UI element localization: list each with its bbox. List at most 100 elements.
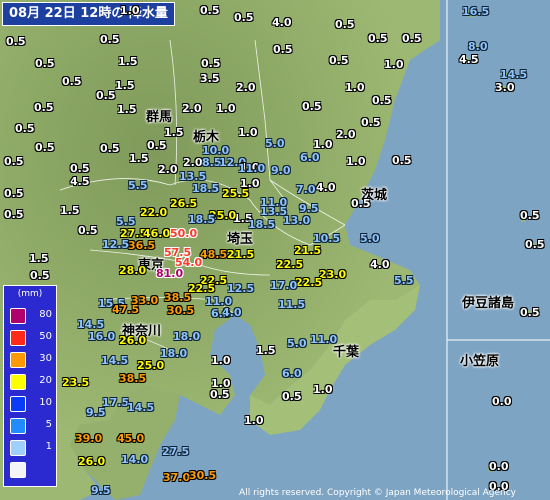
- station-reading[interactable]: 0.5: [361, 117, 381, 129]
- station-reading[interactable]: 22.5: [295, 277, 322, 289]
- station-reading[interactable]: 0.5: [329, 55, 349, 67]
- station-reading[interactable]: 0.0: [492, 396, 512, 408]
- station-reading[interactable]: 2.0: [183, 157, 203, 169]
- station-reading[interactable]: 25.5: [222, 188, 249, 200]
- station-reading[interactable]: 16.5: [462, 6, 489, 18]
- station-reading[interactable]: 14.0: [121, 454, 148, 466]
- station-reading[interactable]: 1.5: [118, 56, 138, 68]
- station-reading[interactable]: 0.5: [351, 198, 371, 210]
- station-reading[interactable]: 1.5: [29, 253, 49, 265]
- station-reading[interactable]: 5.5: [394, 275, 414, 287]
- station-reading[interactable]: 22.5: [188, 283, 215, 295]
- station-reading[interactable]: 0.5: [210, 389, 230, 401]
- station-reading[interactable]: 2.0: [236, 82, 256, 94]
- station-reading[interactable]: 22.0: [140, 207, 167, 219]
- station-reading[interactable]: 11.5: [278, 299, 305, 311]
- station-reading[interactable]: 0.5: [100, 34, 120, 46]
- station-reading[interactable]: 7.0: [296, 184, 316, 196]
- station-reading[interactable]: 6.0: [300, 152, 320, 164]
- station-reading[interactable]: 13.0: [283, 215, 310, 227]
- station-reading[interactable]: 39.0: [75, 433, 102, 445]
- station-reading[interactable]: 48.5: [200, 249, 227, 261]
- station-reading[interactable]: 30.5: [189, 470, 216, 482]
- station-reading[interactable]: 26.5: [170, 198, 197, 210]
- station-reading[interactable]: 6.0: [282, 368, 302, 380]
- station-reading[interactable]: 0.5: [282, 391, 302, 403]
- station-reading[interactable]: 1.0: [211, 355, 231, 367]
- station-reading[interactable]: 11.0: [238, 163, 265, 175]
- station-reading[interactable]: 1.0: [345, 82, 365, 94]
- station-reading[interactable]: 14.5: [101, 355, 128, 367]
- station-reading[interactable]: 4.5: [459, 54, 479, 66]
- station-reading[interactable]: 0.5: [201, 58, 221, 70]
- station-reading[interactable]: 45.0: [117, 433, 144, 445]
- station-reading[interactable]: 4.0: [222, 307, 242, 319]
- station-reading[interactable]: 0.5: [200, 5, 220, 17]
- station-reading[interactable]: 8.0: [468, 41, 488, 53]
- station-reading[interactable]: 38.5: [164, 292, 191, 304]
- station-reading[interactable]: 21.5: [294, 245, 321, 257]
- station-reading[interactable]: 5.0: [360, 233, 380, 245]
- station-reading[interactable]: 30.5: [167, 305, 194, 317]
- station-reading[interactable]: 37.0: [163, 472, 190, 484]
- station-reading[interactable]: 0.5: [70, 163, 90, 175]
- station-reading[interactable]: 18.5: [248, 219, 275, 231]
- station-reading[interactable]: 1.0: [346, 156, 366, 168]
- station-reading[interactable]: 2.0: [158, 164, 178, 176]
- station-reading[interactable]: 0.5: [34, 102, 54, 114]
- station-reading[interactable]: 1.0: [120, 5, 140, 17]
- precipitation-map[interactable]: 08月 22日 12時の 降水量 群馬 栃木 茨城 埼玉 東京 神奈川 千葉 伊…: [0, 0, 550, 500]
- station-reading[interactable]: 38.5: [119, 373, 146, 385]
- station-reading[interactable]: 0.5: [335, 19, 355, 31]
- station-reading[interactable]: 27.5: [162, 446, 189, 458]
- station-reading[interactable]: 0.5: [520, 307, 540, 319]
- station-reading[interactable]: 18.5: [188, 214, 215, 226]
- station-reading[interactable]: 0.5: [273, 44, 293, 56]
- station-reading[interactable]: 50.0: [170, 228, 197, 240]
- station-reading[interactable]: 1.5: [115, 80, 135, 92]
- station-reading[interactable]: 5.0: [287, 338, 307, 350]
- station-reading[interactable]: 18.0: [160, 348, 187, 360]
- station-reading[interactable]: 0.5: [525, 239, 545, 251]
- station-reading[interactable]: 12.5: [227, 283, 254, 295]
- station-reading[interactable]: 0.5: [392, 155, 412, 167]
- station-reading[interactable]: 1.0: [216, 103, 236, 115]
- station-reading[interactable]: 1.0: [244, 415, 264, 427]
- station-reading[interactable]: 16.0: [88, 331, 115, 343]
- station-reading[interactable]: 23.5: [62, 377, 89, 389]
- station-reading[interactable]: 0.5: [35, 58, 55, 70]
- station-reading[interactable]: 0.5: [234, 12, 254, 24]
- station-reading[interactable]: 0.5: [100, 143, 120, 155]
- station-reading[interactable]: 12.5: [102, 239, 129, 251]
- station-reading[interactable]: 14.5: [127, 402, 154, 414]
- station-reading[interactable]: 0.5: [35, 142, 55, 154]
- station-reading[interactable]: 0.5: [368, 33, 388, 45]
- station-reading[interactable]: 0.5: [62, 76, 82, 88]
- station-reading[interactable]: 4.5: [70, 176, 90, 188]
- station-reading[interactable]: 0.5: [30, 270, 50, 282]
- station-reading[interactable]: 0.5: [372, 95, 392, 107]
- station-reading[interactable]: 14.5: [500, 69, 527, 81]
- station-reading[interactable]: 0.0: [489, 461, 509, 473]
- station-reading[interactable]: 0.5: [147, 140, 167, 152]
- station-reading[interactable]: 0.5: [15, 123, 35, 135]
- station-reading[interactable]: 1.5: [164, 127, 184, 139]
- station-reading[interactable]: 0.5: [302, 101, 322, 113]
- station-reading[interactable]: 0.5: [520, 210, 540, 222]
- station-reading[interactable]: 11.0: [310, 334, 337, 346]
- station-reading[interactable]: 3.5: [200, 73, 220, 85]
- station-reading[interactable]: 4.0: [370, 259, 390, 271]
- station-reading[interactable]: 21.5: [227, 249, 254, 261]
- station-reading[interactable]: 23.0: [319, 269, 346, 281]
- station-reading[interactable]: 1.0: [313, 384, 333, 396]
- station-reading[interactable]: 9.0: [271, 165, 291, 177]
- station-reading[interactable]: 47.5: [112, 304, 139, 316]
- station-reading[interactable]: 36.5: [128, 240, 155, 252]
- station-reading[interactable]: 2.0: [182, 103, 202, 115]
- station-reading[interactable]: 25.0: [137, 360, 164, 372]
- station-reading[interactable]: 4.0: [272, 17, 292, 29]
- station-reading[interactable]: 0.5: [4, 209, 24, 221]
- station-reading[interactable]: 0.5: [4, 188, 24, 200]
- station-reading[interactable]: 22.5: [276, 259, 303, 271]
- station-reading[interactable]: 0.5: [78, 225, 98, 237]
